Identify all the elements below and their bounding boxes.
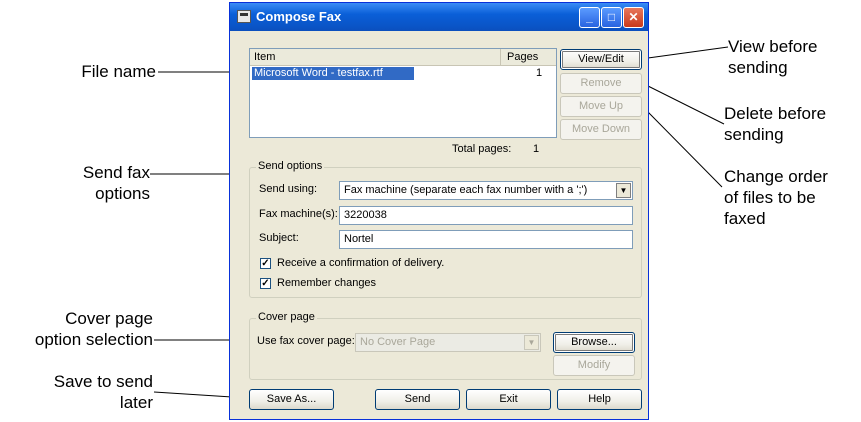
view-edit-button[interactable]: View/Edit xyxy=(560,49,642,70)
send-options-group: Send options Send using: Fax machine (se… xyxy=(249,160,642,298)
fax-machine-label: Fax machine(s): xyxy=(259,208,338,220)
fax-machine-input[interactable]: 3220038 xyxy=(339,206,633,225)
send-using-select[interactable]: Fax machine (separate each fax number wi… xyxy=(339,181,633,200)
annotation-line: options xyxy=(95,184,150,203)
file-list[interactable]: Item Pages Microsoft Word - testfax.rtf … xyxy=(249,48,557,138)
subject-input[interactable]: Nortel xyxy=(339,230,633,249)
annotation-line: View before xyxy=(728,37,818,56)
chevron-down-icon[interactable]: ▼ xyxy=(524,335,539,350)
annotation-delete-before: Delete before sending xyxy=(724,103,859,145)
file-row-selected[interactable]: Microsoft Word - testfax.rtf xyxy=(252,67,414,80)
annotation-line: faxed xyxy=(724,209,766,228)
window-title: Compose Fax xyxy=(256,9,342,24)
confirm-delivery-checkbox[interactable]: ✓ xyxy=(260,258,271,269)
annotation-file-name: File name xyxy=(81,62,156,81)
annotation-line: sending xyxy=(728,58,788,77)
save-as-button[interactable]: Save As... xyxy=(249,389,334,410)
browse-button[interactable]: Browse... xyxy=(553,332,635,353)
chevron-down-icon[interactable]: ▼ xyxy=(616,183,631,198)
remember-changes-checkbox[interactable]: ✓ xyxy=(260,278,271,289)
use-cover-page-label: Use fax cover page: xyxy=(257,335,355,347)
maximize-button[interactable]: □ xyxy=(601,7,622,28)
annotation-line: Cover page xyxy=(65,309,153,328)
file-row-pages: 1 xyxy=(536,67,543,79)
minimize-button[interactable]: _ xyxy=(579,7,600,28)
remember-changes-label[interactable]: Remember changes xyxy=(277,277,376,289)
title-bar[interactable]: Compose Fax _ □ ✕ xyxy=(230,3,648,31)
send-using-label: Send using: xyxy=(259,183,318,195)
annotation-line: Save to send xyxy=(53,372,153,391)
send-button[interactable]: Send xyxy=(375,389,460,410)
modify-button[interactable]: Modify xyxy=(553,355,635,376)
exit-button[interactable]: Exit xyxy=(466,389,551,410)
annotation-line: later xyxy=(119,393,153,412)
cover-page-value: No Cover Page xyxy=(360,336,436,348)
fax-app-icon xyxy=(237,10,251,23)
help-button[interactable]: Help xyxy=(557,389,642,410)
send-using-value: Fax machine (separate each fax number wi… xyxy=(344,184,588,196)
confirm-delivery-label[interactable]: Receive a confirmation of delivery. xyxy=(277,257,444,269)
send-options-label: Send options xyxy=(256,160,325,172)
close-button[interactable]: ✕ xyxy=(623,7,644,28)
cover-page-group: Cover page Use fax cover page: No Cover … xyxy=(249,311,642,380)
compose-fax-dialog: Compose Fax _ □ ✕ Item Pages Microsoft W… xyxy=(229,2,649,420)
move-down-button[interactable]: Move Down xyxy=(560,119,642,140)
annotation-change-order: Change order of files to be faxed xyxy=(724,166,859,229)
annotation-line: Send fax xyxy=(82,163,150,182)
annotation-save-later: Save to send later xyxy=(20,371,153,413)
annotation-cover-page: Cover page option selection xyxy=(0,308,153,350)
column-separator[interactable] xyxy=(500,49,501,65)
annotation-send-fax-options: Send fax options xyxy=(40,162,150,204)
annotation-line: Delete before xyxy=(724,104,827,123)
cover-page-label: Cover page xyxy=(256,311,317,323)
remove-button[interactable]: Remove xyxy=(560,73,642,94)
cover-page-select[interactable]: No Cover Page ▼ xyxy=(355,333,541,352)
column-header-pages[interactable]: Pages xyxy=(507,51,538,63)
annotation-line: sending xyxy=(724,125,784,144)
total-pages-value: 1 xyxy=(533,143,540,155)
move-up-button[interactable]: Move Up xyxy=(560,96,642,117)
total-pages-label: Total pages: xyxy=(452,143,512,155)
annotation-line: Change order xyxy=(724,167,828,186)
annotation-line: option selection xyxy=(34,330,153,349)
column-header-item[interactable]: Item xyxy=(254,51,275,63)
subject-label: Subject: xyxy=(259,232,299,244)
annotation-view-before: View before sending xyxy=(728,36,858,78)
file-list-header: Item Pages xyxy=(250,49,556,66)
annotation-line: of files to be xyxy=(724,188,816,207)
